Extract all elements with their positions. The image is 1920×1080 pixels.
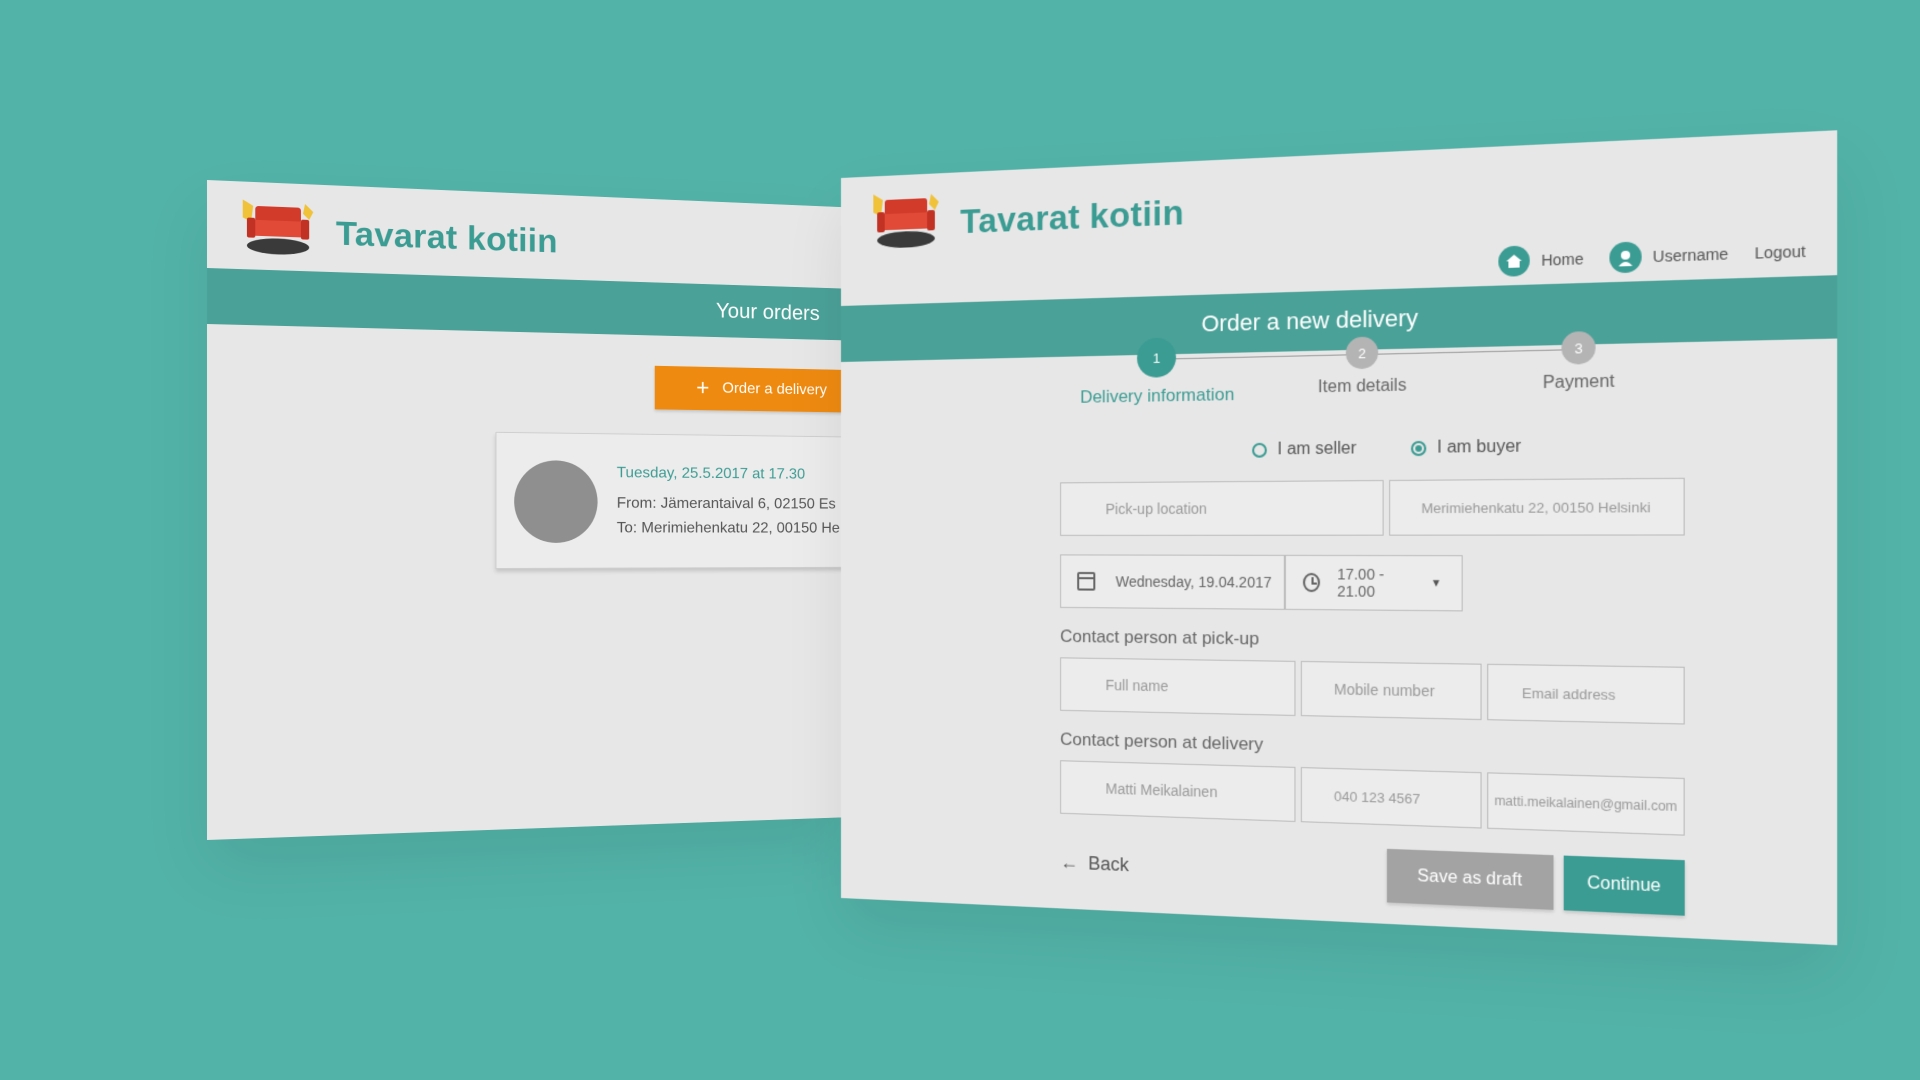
order-card[interactable]: Tuesday, 25.5.2017 at 17.30 From: Jämera… (496, 432, 842, 569)
new-delivery-screen: Tavarat kotiin Home Username Logout Orde… (841, 130, 1837, 945)
nav-logout-label: Logout (1755, 242, 1806, 262)
step-item-details[interactable]: 2 Item details (1276, 330, 1449, 398)
arrow-left-icon: ← (1060, 852, 1078, 874)
date-value: Wednesday, 19.04.2017 (1116, 573, 1272, 591)
delivery-location-field[interactable]: Merimiehenkatu 22, 00150 Helsinki (1389, 478, 1685, 536)
plus-icon: + (696, 377, 709, 400)
brand-name: Tavarat kotiin (960, 193, 1184, 242)
delivery-location-value: Merimiehenkatu 22, 00150 Helsinki (1421, 498, 1650, 515)
pickup-mobile-field[interactable]: Mobile number (1301, 661, 1482, 720)
mockup-stage: Tavarat kotiin Your orders + Order a del… (0, 0, 1920, 1080)
role-radio-group: I am seller I am buyer (1252, 438, 1521, 460)
back-label: Back (1088, 853, 1129, 876)
pickup-location-placeholder: Pick-up location (1105, 500, 1206, 517)
orders-screen: Tavarat kotiin Your orders + Order a del… (207, 180, 841, 840)
save-draft-label: Save as draft (1417, 867, 1522, 891)
clock-icon (1303, 573, 1320, 592)
nav-username[interactable]: Username (1609, 238, 1729, 273)
progress-stepper: 1 Delivery information 2 Item details 3 … (1116, 326, 1625, 422)
delivery-full-name-field[interactable]: Matti Meikalainen (1060, 760, 1295, 822)
order-delivery-button[interactable]: + Order a delivery (655, 366, 842, 413)
date-picker[interactable]: Wednesday, 19.04.2017 (1060, 554, 1285, 609)
brand-name: Tavarat kotiin (336, 215, 558, 261)
pickup-location-field[interactable]: Pick-up location (1060, 480, 1384, 536)
top-navigation: Home Username Logout (1474, 236, 1806, 278)
pickup-email-field[interactable]: Email address (1487, 664, 1685, 725)
step-delivery-information[interactable]: 1 Delivery information (1075, 336, 1239, 408)
radio-seller[interactable]: I am seller (1252, 440, 1356, 460)
contact-delivery-label: Contact person at delivery (1060, 729, 1263, 755)
radio-buyer-dot (1411, 441, 1426, 456)
delivery-email-field[interactable]: matti.meikalainen@gmail.com (1487, 772, 1685, 835)
radio-buyer-label: I am buyer (1437, 438, 1521, 458)
order-from: From: Jämerantaival 6, 02150 Es (617, 495, 836, 513)
pickup-mobile-placeholder: Mobile number (1334, 681, 1435, 700)
radio-seller-dot (1252, 443, 1267, 458)
page-title: Your orders (716, 299, 820, 326)
radio-seller-label: I am seller (1277, 440, 1356, 460)
delivery-mobile-value: 040 123 4567 (1334, 788, 1420, 807)
delivery-email-value: matti.meikalainen@gmail.com (1494, 793, 1677, 814)
order-avatar (514, 460, 597, 543)
delivery-mobile-field[interactable]: 040 123 4567 (1301, 767, 1482, 829)
save-draft-button[interactable]: Save as draft (1387, 849, 1554, 910)
continue-button[interactable]: Continue (1564, 856, 1685, 916)
step-2-label: Item details (1276, 376, 1449, 399)
user-icon (1609, 241, 1641, 273)
back-button[interactable]: ← Back (1060, 852, 1129, 877)
step-1-label: Delivery information (1075, 384, 1239, 408)
step-3-circle: 3 (1561, 331, 1595, 365)
step-1-circle: 1 (1137, 337, 1176, 377)
time-select[interactable]: 17.00 - 21.00 ▼ (1285, 555, 1463, 612)
nav-home-label: Home (1541, 250, 1583, 269)
order-date: Tuesday, 25.5.2017 at 17.30 (617, 465, 805, 483)
chevron-down-icon: ▼ (1431, 577, 1442, 589)
sofa-logo-icon (868, 187, 943, 253)
nav-home[interactable]: Home (1499, 243, 1584, 276)
pickup-full-name-placeholder: Full name (1105, 677, 1168, 695)
pickup-email-placeholder: Email address (1522, 684, 1616, 702)
time-value: 17.00 - 21.00 (1337, 566, 1413, 601)
pickup-full-name-field[interactable]: Full name (1060, 657, 1295, 716)
home-icon (1499, 245, 1530, 277)
order-delivery-label: Order a delivery (722, 380, 827, 399)
step-2-circle: 2 (1346, 336, 1378, 369)
step-3-label: Payment (1488, 371, 1670, 394)
nav-logout[interactable]: Logout (1755, 242, 1806, 262)
delivery-full-name-value: Matti Meikalainen (1105, 780, 1217, 800)
nav-username-label: Username (1653, 245, 1729, 265)
order-to: To: Merimiehenkatu 22, 00150 He (617, 520, 840, 537)
sofa-logo-icon (236, 195, 317, 260)
step-payment[interactable]: 3 Payment (1488, 325, 1670, 395)
radio-buyer[interactable]: I am buyer (1411, 438, 1521, 459)
continue-label: Continue (1587, 874, 1661, 897)
contact-pickup-label: Contact person at pick-up (1060, 626, 1259, 649)
calendar-icon (1077, 572, 1095, 591)
